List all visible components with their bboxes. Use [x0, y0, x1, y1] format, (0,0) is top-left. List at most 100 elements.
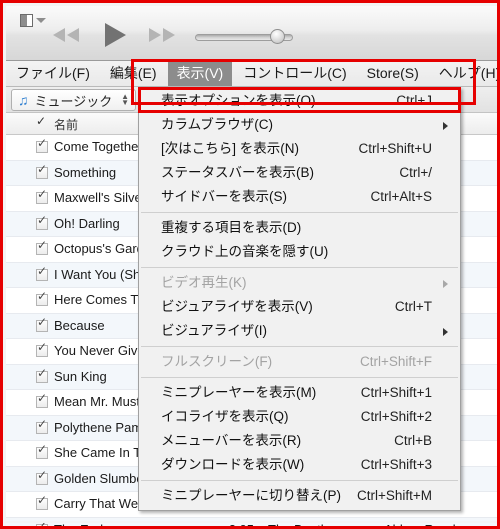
row-checkbox[interactable]	[36, 443, 48, 459]
menu-item-label: ダウンロードを表示(W)	[161, 457, 305, 472]
cell-name: Polythene Pam	[54, 419, 143, 435]
row-checkbox[interactable]	[36, 316, 48, 332]
menu-item[interactable]: サイドバーを表示(S) Ctrl+Alt+S	[139, 185, 460, 209]
cell-time: 2:05	[228, 521, 254, 529]
menu-item[interactable]: クラウド上の音楽を隠す(U)	[139, 240, 460, 264]
menu-item-shortcut: Ctrl+Shift+U	[358, 141, 432, 156]
menu-separator	[141, 267, 458, 268]
menu-item-label: ビジュアライザを表示(V)	[161, 299, 313, 314]
menu-item-shortcut: Ctrl+Shift+F	[359, 354, 432, 369]
menu-item-shortcut: Ctrl+/	[399, 165, 432, 180]
menu-item-shortcut: Ctrl+Shift+3	[360, 457, 432, 472]
menu-view[interactable]: 表示(V)	[167, 61, 233, 86]
row-checkbox[interactable]	[36, 214, 48, 230]
title-transport-bar	[6, 6, 497, 61]
menu-file[interactable]: ファイル(F)	[7, 61, 99, 86]
cell-name: Something	[54, 164, 117, 180]
menu-item[interactable]: ミニプレーヤーを表示(M) Ctrl+Shift+1	[139, 381, 460, 405]
itunes-window: ファイル(F) 編集(E) 表示(V) コントロール(C) Store(S) ヘ…	[0, 0, 500, 529]
cell-artist: The Beatles	[268, 521, 338, 529]
row-checkbox[interactable]	[36, 392, 48, 408]
menu-item-label: クラウド上の音楽を隠す(U)	[161, 244, 329, 259]
column-header-name[interactable]: 名前	[54, 116, 78, 133]
row-checkbox[interactable]	[36, 290, 48, 306]
menu-store[interactable]: Store(S)	[358, 61, 428, 86]
cell-name: Oh! Darling	[54, 215, 120, 231]
menu-item-shortcut: Ctrl+J	[396, 93, 432, 108]
submenu-arrow-icon	[443, 328, 448, 336]
menu-separator	[141, 346, 458, 347]
cell-album: Abbey Road	[384, 521, 456, 529]
up-down-stepper-icon: ▲ ▼	[121, 92, 129, 107]
submenu-arrow-icon	[443, 122, 448, 130]
menu-item[interactable]: ビジュアライザを表示(V) Ctrl+T	[139, 295, 460, 319]
row-checkbox[interactable]	[36, 188, 48, 204]
menu-item-label: フルスクリーン(F)	[161, 354, 273, 369]
menu-item: ビデオ再生(K)	[139, 271, 460, 295]
cell-name: Come Together	[54, 139, 143, 154]
menu-item-shortcut: Ctrl+Shift+1	[360, 385, 432, 400]
fast-forward-icon	[149, 27, 175, 42]
menu-item-label: ビデオ再生(K)	[161, 275, 247, 290]
cell-name: Sun King	[54, 368, 107, 384]
play-button[interactable]	[99, 21, 129, 54]
menu-item[interactable]: 重複する項目を表示(D)	[139, 216, 460, 240]
row-checkbox[interactable]	[36, 494, 48, 510]
menu-item-label: イコライザを表示(Q)	[161, 409, 289, 424]
row-checkbox[interactable]	[36, 469, 48, 485]
row-checkbox[interactable]	[36, 239, 48, 255]
play-icon	[105, 22, 126, 47]
row-checkbox[interactable]	[36, 520, 48, 526]
menu-separator	[141, 480, 458, 481]
table-row[interactable]: The End 2:05 The Beatles Abbey Road	[6, 517, 497, 529]
music-note-icon: ♫	[18, 92, 29, 108]
menu-item-label: ステータスバーを表示(B)	[161, 165, 314, 180]
menu-item[interactable]: [次はこちら] を表示(N) Ctrl+Shift+U	[139, 137, 460, 161]
row-checkbox[interactable]	[36, 163, 48, 179]
library-source-selector[interactable]: ♫ ミュージック ▲ ▼	[11, 89, 136, 111]
menu-item-shortcut: Ctrl+Alt+S	[370, 189, 432, 204]
menu-item[interactable]: カラムブラウザ(C)	[139, 113, 460, 137]
menu-item[interactable]: ダウンロードを表示(W) Ctrl+Shift+3	[139, 453, 460, 477]
menu-item[interactable]: イコライザを表示(Q) Ctrl+Shift+2	[139, 405, 460, 429]
volume-knob[interactable]	[269, 29, 285, 44]
menu-help[interactable]: ヘルプ(H)	[430, 61, 497, 86]
library-source-label: ミュージック	[34, 93, 113, 109]
menu-bar: ファイル(F) 編集(E) 表示(V) コントロール(C) Store(S) ヘ…	[6, 61, 497, 87]
transport-controls	[6, 20, 336, 54]
menu-item-label: メニューバーを表示(R)	[161, 433, 302, 448]
window-bottom-edge	[6, 521, 497, 523]
cell-name: Because	[54, 317, 105, 333]
menu-item[interactable]: 表示オプションを表示(O) Ctrl+J	[139, 89, 460, 113]
menu-item-label: ビジュアライザ(I)	[161, 323, 268, 338]
menu-item[interactable]: メニューバーを表示(R) Ctrl+B	[139, 429, 460, 453]
menu-item-shortcut: Ctrl+T	[394, 299, 432, 314]
column-header-checkbox[interactable]	[36, 114, 48, 129]
menu-item[interactable]: ステータスバーを表示(B) Ctrl+/	[139, 161, 460, 185]
menu-separator	[141, 212, 458, 213]
volume-slider[interactable]	[195, 29, 293, 44]
row-checkbox[interactable]	[36, 137, 48, 153]
previous-button[interactable]	[49, 25, 83, 50]
submenu-arrow-icon	[443, 280, 448, 288]
menu-separator	[141, 377, 458, 378]
menu-item[interactable]: ミニプレーヤーに切り替え(P) Ctrl+Shift+M	[139, 484, 460, 508]
menu-edit[interactable]: 編集(E)	[101, 61, 166, 86]
menu-item[interactable]: ビジュアライザ(I)	[139, 319, 460, 343]
next-button[interactable]	[145, 25, 179, 50]
menu-item-label: [次はこちら] を表示(N)	[161, 141, 299, 156]
row-checkbox[interactable]	[36, 341, 48, 357]
menu-item-label: ミニプレーヤーを表示(M)	[161, 385, 317, 400]
menu-item-label: カラムブラウザ(C)	[161, 117, 274, 132]
menu-item-shortcut: Ctrl+Shift+M	[356, 488, 432, 503]
rewind-icon	[53, 27, 79, 42]
row-checkbox[interactable]	[36, 418, 48, 434]
menu-item-label: ミニプレーヤーに切り替え(P)	[161, 488, 341, 503]
view-dropdown-menu: 表示オプションを表示(O) Ctrl+J カラムブラウザ(C) [次はこちら] を表示…	[138, 87, 461, 511]
menu-controls[interactable]: コントロール(C)	[234, 61, 355, 86]
row-checkbox[interactable]	[36, 367, 48, 383]
row-checkbox[interactable]	[36, 265, 48, 281]
menu-item-shortcut: Ctrl+Shift+2	[360, 409, 432, 424]
menu-item-label: サイドバーを表示(S)	[161, 189, 287, 204]
menu-item: フルスクリーン(F) Ctrl+Shift+F	[139, 350, 460, 374]
